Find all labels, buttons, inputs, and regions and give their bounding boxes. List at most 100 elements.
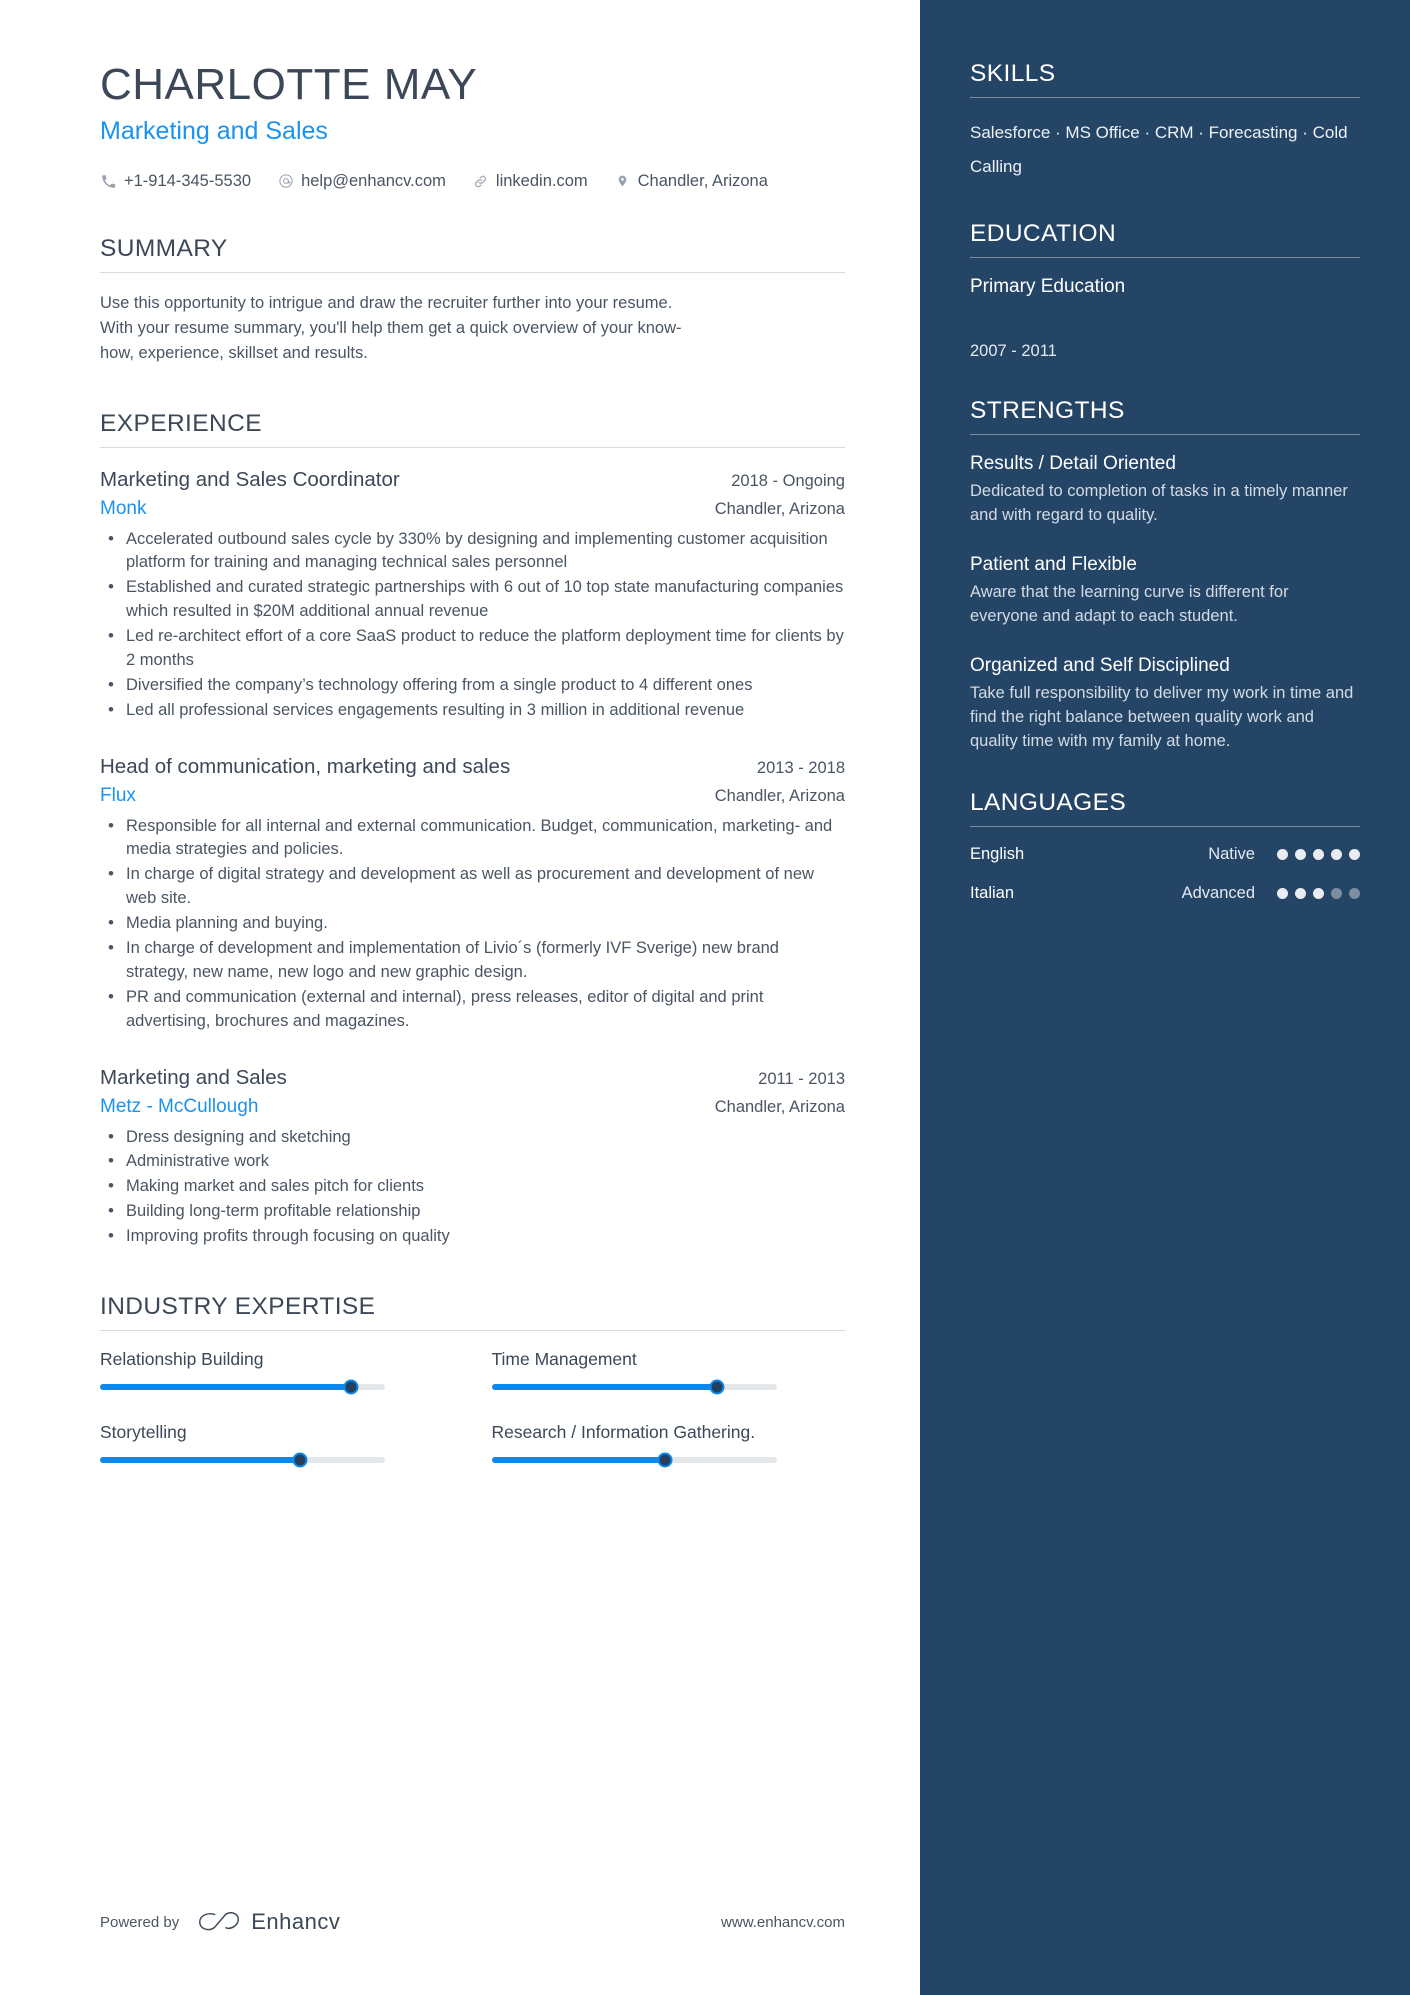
experience-entry: Marketing and Sales 2011 - 2013 Metz - M… bbox=[100, 1064, 845, 1249]
expertise-slider[interactable] bbox=[100, 1379, 385, 1395]
list-item: In charge of digital strategy and develo… bbox=[100, 862, 845, 911]
expertise-item: Time Management bbox=[491, 1349, 846, 1395]
sidebar-section-languages: LANGUAGES English Native Italian Advance… bbox=[970, 789, 1360, 903]
skills-text: Salesforce · MS Office · CRM · Forecasti… bbox=[970, 123, 1348, 176]
section-industry-expertise: INDUSTRY EXPERTISE Relationship Building… bbox=[100, 1293, 846, 1468]
expertise-item: Research / Information Gathering. bbox=[491, 1422, 846, 1468]
language-row: Italian Advanced bbox=[970, 884, 1360, 903]
experience-entry: Head of communication, marketing and sal… bbox=[100, 753, 845, 1034]
sidebar-section-education: EDUCATION Primary Education 2007 - 2011 bbox=[970, 220, 1360, 361]
brand-logo: Enhancv bbox=[197, 1909, 340, 1935]
language-level: Native bbox=[1208, 845, 1255, 864]
language-name: Italian bbox=[970, 884, 1015, 903]
experience-divider bbox=[100, 446, 845, 448]
job-location: Chandler, Arizona bbox=[714, 786, 845, 805]
expertise-slider[interactable] bbox=[100, 1452, 385, 1468]
job-dates: 2011 - 2013 bbox=[758, 1069, 845, 1088]
job-company[interactable]: Flux bbox=[100, 785, 136, 807]
industry-expertise-divider bbox=[100, 1330, 845, 1332]
contact-link[interactable]: linkedin.com bbox=[472, 172, 588, 191]
summary-text: Use this opportunity to intrigue and dra… bbox=[100, 293, 682, 362]
footer: Powered by Enhancv www.enhancv.com bbox=[100, 1909, 845, 1935]
expertise-grid: Relationship Building Time Management St… bbox=[100, 1349, 846, 1468]
job-location: Chandler, Arizona bbox=[714, 499, 845, 518]
skills-divider bbox=[970, 97, 1360, 98]
expertise-slider[interactable] bbox=[491, 1379, 777, 1395]
expertise-slider[interactable] bbox=[491, 1452, 777, 1468]
footer-website[interactable]: www.enhancv.com bbox=[721, 1914, 845, 1931]
language-row: English Native bbox=[970, 845, 1360, 864]
headline: Marketing and Sales bbox=[100, 116, 328, 145]
page-title: CHARLOTTE MAY bbox=[100, 60, 478, 109]
slider-knob[interactable] bbox=[292, 1452, 307, 1468]
contact-row: +1-914-345-5530 help@enhancv.com linkedi… bbox=[100, 172, 845, 191]
expertise-item: Storytelling bbox=[100, 1422, 454, 1468]
language-name: English bbox=[970, 845, 1025, 864]
resume-page: CHARLOTTE MAY Marketing and Sales +1-914… bbox=[0, 0, 1410, 1995]
list-item: Led all professional services engagement… bbox=[100, 698, 845, 723]
experience-entry: Marketing and Sales Coordinator 2018 - O… bbox=[100, 466, 845, 723]
job-header: Marketing and Sales Coordinator 2018 - O… bbox=[100, 466, 845, 494]
job-subheader: Flux Chandler, Arizona bbox=[100, 785, 845, 807]
contact-phone-value: +1-914-345-5530 bbox=[124, 171, 252, 190]
education-title: EDUCATION bbox=[970, 220, 1117, 247]
strength-description: Take full responsibility to deliver my w… bbox=[970, 683, 1354, 750]
slider-fill bbox=[491, 1384, 717, 1391]
slider-fill bbox=[100, 1457, 300, 1464]
strength-item: Patient and Flexible Aware that the lear… bbox=[970, 554, 1360, 629]
sidebar-section-skills: SKILLS Salesforce · MS Office · CRM · Fo… bbox=[970, 60, 1360, 184]
section-summary: SUMMARY Use this opportunity to intrigue… bbox=[100, 235, 845, 366]
job-company[interactable]: Metz - McCullough bbox=[100, 1096, 258, 1118]
expertise-label: Storytelling bbox=[100, 1422, 187, 1443]
location-pin-icon bbox=[614, 173, 631, 190]
language-rating-dots bbox=[1277, 849, 1360, 861]
strength-title: Results / Detail Oriented bbox=[970, 453, 1176, 474]
slider-knob[interactable] bbox=[709, 1379, 725, 1395]
strengths-title: STRENGTHS bbox=[970, 397, 1125, 424]
main-column: CHARLOTTE MAY Marketing and Sales +1-914… bbox=[0, 0, 920, 1995]
job-location: Chandler, Arizona bbox=[714, 1097, 845, 1116]
rating-dot bbox=[1313, 888, 1324, 900]
languages-divider bbox=[970, 826, 1360, 828]
list-item: Building long-term profitable relationsh… bbox=[100, 1199, 845, 1224]
strength-item: Results / Detail Oriented Dedicated to c… bbox=[970, 453, 1360, 528]
strength-description: Aware that the learning curve is differe… bbox=[970, 582, 1289, 625]
list-item: Established and curated strategic partne… bbox=[100, 575, 845, 624]
contact-link-value: linkedin.com bbox=[495, 171, 588, 190]
brand-name: Enhancv bbox=[251, 1909, 341, 1934]
job-bullets: Responsible for all internal and externa… bbox=[100, 814, 845, 1034]
languages-title: LANGUAGES bbox=[970, 789, 1127, 817]
job-dates: 2013 - 2018 bbox=[756, 758, 845, 777]
rating-dot bbox=[1331, 888, 1342, 900]
list-item: Led re-architect effort of a core SaaS p… bbox=[100, 624, 845, 673]
sidebar: SKILLS Salesforce · MS Office · CRM · Fo… bbox=[920, 0, 1410, 1995]
expertise-label: Research / Information Gathering. bbox=[491, 1422, 756, 1443]
list-item: Responsible for all internal and externa… bbox=[100, 814, 845, 863]
list-item: In charge of development and implementat… bbox=[100, 936, 845, 985]
list-item: Diversified the company’s technology off… bbox=[100, 673, 845, 698]
rating-dot bbox=[1349, 849, 1360, 861]
job-header: Head of communication, marketing and sal… bbox=[100, 753, 845, 781]
contact-email-value: help@enhancv.com bbox=[301, 171, 446, 190]
skills-title: SKILLS bbox=[970, 60, 1056, 87]
slider-knob[interactable] bbox=[657, 1452, 673, 1468]
sidebar-section-strengths: STRENGTHS Results / Detail Oriented Dedi… bbox=[970, 397, 1360, 753]
job-title: Head of communication, marketing and sal… bbox=[100, 754, 511, 778]
summary-divider bbox=[100, 271, 845, 273]
phone-icon bbox=[100, 173, 117, 190]
contact-phone[interactable]: +1-914-345-5530 bbox=[100, 172, 251, 191]
slider-knob[interactable] bbox=[343, 1379, 359, 1395]
education-divider bbox=[970, 257, 1360, 258]
job-subheader: Monk Chandler, Arizona bbox=[100, 498, 845, 520]
contact-location[interactable]: Chandler, Arizona bbox=[614, 172, 768, 191]
summary-title: SUMMARY bbox=[100, 234, 228, 262]
education-dates: 2007 - 2011 bbox=[970, 342, 1057, 360]
contact-email[interactable]: help@enhancv.com bbox=[277, 172, 446, 191]
list-item: Administrative work bbox=[100, 1149, 845, 1174]
slider-fill bbox=[100, 1384, 351, 1391]
industry-expertise-title: INDUSTRY EXPERTISE bbox=[100, 1293, 376, 1321]
education-degree: Primary Education bbox=[970, 276, 1126, 297]
list-item: Making market and sales pitch for client… bbox=[100, 1174, 845, 1199]
job-bullets: Dress designing and sketching Administra… bbox=[100, 1125, 845, 1250]
job-company[interactable]: Monk bbox=[100, 498, 146, 520]
